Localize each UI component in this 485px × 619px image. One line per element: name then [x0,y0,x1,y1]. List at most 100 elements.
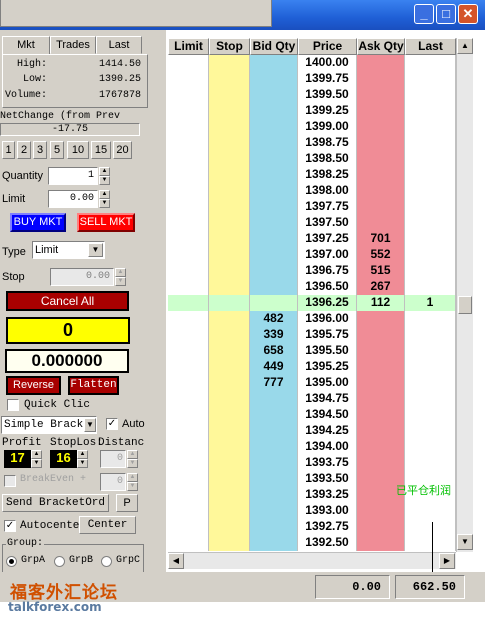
ladder-row[interactable]: 1399.75 [168,71,456,87]
ask-qty-cell[interactable]: 552 [357,247,405,263]
qty-button-5[interactable]: 5 [50,141,64,159]
ladder-row[interactable]: 1394.25 [168,423,456,439]
bid-qty-cell[interactable] [250,295,298,311]
ask-qty-cell[interactable] [357,87,405,103]
stop-cell[interactable] [209,119,250,135]
bid-qty-cell[interactable] [250,119,298,135]
header-bid-qty[interactable]: Bid Qty [250,38,298,55]
last-cell[interactable]: 1 [405,295,456,311]
last-cell[interactable] [405,135,456,151]
stop-cell[interactable] [209,199,250,215]
limit-cell[interactable] [168,247,209,263]
breakeven-input[interactable]: 0 [100,473,126,491]
bid-qty-cell[interactable] [250,215,298,231]
ladder-row[interactable]: 1399.50 [168,87,456,103]
price-cell[interactable]: 1398.50 [298,151,357,167]
maximize-button[interactable]: □ [436,4,456,24]
qty-button-1[interactable]: 1 [2,141,15,159]
stop-cell[interactable] [209,55,250,71]
minimize-button[interactable]: _ [414,4,434,24]
radio-grpa[interactable] [6,556,17,567]
limit-down-icon[interactable]: ▼ [99,199,110,208]
bid-qty-cell[interactable] [250,247,298,263]
limit-cell[interactable] [168,327,209,343]
vertical-scrollbar[interactable]: ▲ ▼ [456,38,473,552]
header-ask-qty[interactable]: Ask Qty [357,38,405,55]
stop-cell[interactable] [209,279,250,295]
last-cell[interactable] [405,263,456,279]
bid-qty-cell[interactable] [250,471,298,487]
tab-last[interactable]: Last [96,36,142,54]
bid-qty-cell[interactable] [250,423,298,439]
ask-qty-cell[interactable] [357,439,405,455]
ladder-row[interactable]: 449 1395.25 [168,359,456,375]
price-cell[interactable]: 1399.25 [298,103,357,119]
bid-qty-cell[interactable] [250,279,298,295]
last-cell[interactable] [405,343,456,359]
stop-down-icon[interactable]: ▼ [115,277,126,286]
stop-cell[interactable] [209,343,250,359]
ladder-row[interactable]: 1397.25 701 [168,231,456,247]
price-cell[interactable]: 1397.00 [298,247,357,263]
last-cell[interactable] [405,535,456,551]
bid-qty-cell[interactable] [250,407,298,423]
cancel-all-button[interactable]: Cancel All [6,291,129,311]
price-cell[interactable]: 1392.50 [298,535,357,551]
ladder-row[interactable]: 1398.00 [168,183,456,199]
limit-cell[interactable] [168,471,209,487]
distance-up-icon[interactable]: ▲ [127,450,138,459]
buy-market-button[interactable]: BUY MKT [10,213,66,232]
ask-qty-cell[interactable] [357,359,405,375]
ask-qty-cell[interactable] [357,503,405,519]
scroll-right-icon[interactable]: ▶ [439,553,455,569]
ladder-row[interactable]: 658 1395.50 [168,343,456,359]
profit-input[interactable]: 17 [4,450,31,468]
stoploss-down-icon[interactable]: ▼ [77,459,88,468]
limit-cell[interactable] [168,199,209,215]
limit-cell[interactable] [168,519,209,535]
last-cell[interactable] [405,423,456,439]
ladder-row[interactable]: 1397.75 [168,199,456,215]
bid-qty-cell[interactable]: 339 [250,327,298,343]
limit-input[interactable]: 0.00 [48,190,98,208]
stop-cell[interactable] [209,295,250,311]
limit-cell[interactable] [168,343,209,359]
price-cell[interactable]: 1398.00 [298,183,357,199]
ladder-row[interactable]: 1394.00 [168,439,456,455]
header-last[interactable]: Last [405,38,456,55]
limit-cell[interactable] [168,311,209,327]
ask-qty-cell[interactable] [357,407,405,423]
stop-cell[interactable] [209,487,250,503]
auto-checkbox[interactable]: ✓ [106,418,118,430]
distance-down-icon[interactable]: ▼ [127,459,138,468]
quick-click-checkbox[interactable] [7,399,19,411]
ladder-row[interactable]: 1393.75 [168,455,456,471]
flatten-button[interactable]: Flatten [68,376,119,395]
ask-qty-cell[interactable] [357,535,405,551]
ladder-row[interactable]: 1392.50 [168,535,456,551]
limit-cell[interactable] [168,375,209,391]
ladder-row[interactable]: 482 1396.00 [168,311,456,327]
last-cell[interactable] [405,439,456,455]
last-cell[interactable] [405,87,456,103]
ask-qty-cell[interactable] [357,103,405,119]
last-cell[interactable] [405,455,456,471]
stop-cell[interactable] [209,71,250,87]
bid-qty-cell[interactable] [250,135,298,151]
bid-qty-cell[interactable]: 777 [250,375,298,391]
p-button[interactable]: P [116,494,138,512]
limit-cell[interactable] [168,135,209,151]
stop-cell[interactable] [209,423,250,439]
limit-cell[interactable] [168,119,209,135]
price-cell[interactable]: 1398.25 [298,167,357,183]
center-button[interactable]: Center [79,516,136,534]
send-bracket-order-button[interactable]: Send BracketOrd [2,494,109,512]
stop-cell[interactable] [209,535,250,551]
radio-grpb[interactable] [54,556,65,567]
last-cell[interactable] [405,279,456,295]
stop-cell[interactable] [209,439,250,455]
close-button[interactable]: ✕ [458,4,478,24]
ask-qty-cell[interactable] [357,119,405,135]
bid-qty-cell[interactable] [250,391,298,407]
quantity-input[interactable]: 1 [48,167,98,185]
